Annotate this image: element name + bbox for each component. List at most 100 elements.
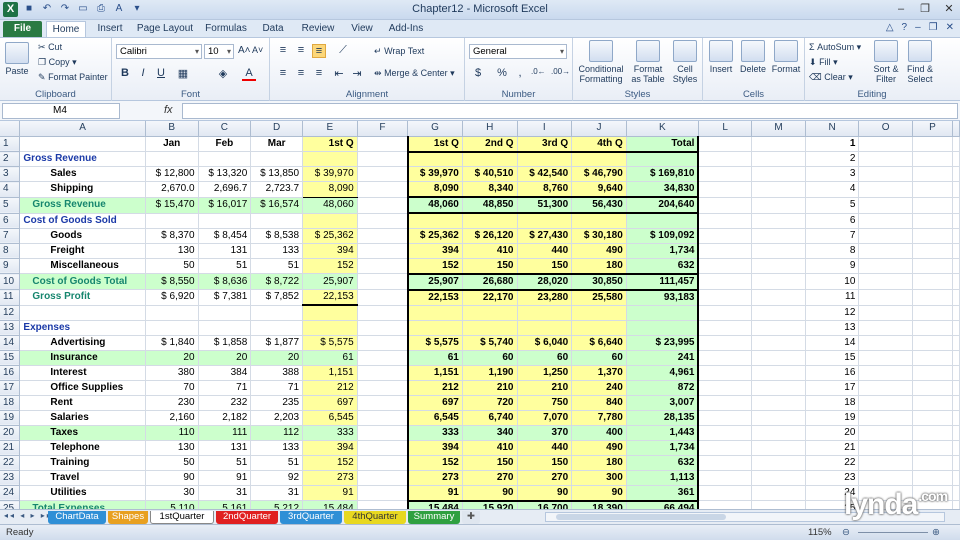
cell-c13[interactable] [198, 320, 252, 336]
cell-l13[interactable] [698, 320, 753, 336]
sheet-tab-chartdata[interactable]: ChartData [48, 511, 106, 524]
cell-h12[interactable] [462, 305, 518, 321]
cell-styles-button[interactable]: Cell Styles [669, 40, 701, 84]
cell-n3[interactable]: 3 [805, 166, 860, 182]
cell-m8[interactable] [751, 243, 806, 259]
column-header[interactable]: J [571, 121, 627, 137]
cell-o11[interactable] [858, 289, 913, 306]
cell-l12[interactable] [698, 305, 753, 321]
cell-b15[interactable]: 20 [145, 350, 199, 366]
cell-q7[interactable] [952, 228, 960, 244]
cell-a24[interactable]: Utilities [19, 485, 146, 501]
insert-cells-button[interactable]: Insert [705, 40, 737, 74]
cell-k9[interactable]: 632 [626, 258, 700, 274]
tab-view[interactable]: View [346, 21, 378, 37]
column-header[interactable]: F [357, 121, 409, 137]
cell-i2[interactable] [517, 151, 573, 167]
cell-i18[interactable]: 750 [517, 395, 573, 411]
cell-c3[interactable]: $ 13,320 [198, 166, 252, 182]
cell-c9[interactable]: 51 [198, 258, 252, 274]
cell-i25[interactable]: 16,700 [517, 499, 573, 509]
cell-e18[interactable]: 697 [302, 395, 358, 411]
cell-d25[interactable]: 5,212 [250, 500, 304, 509]
cell-c7[interactable]: $ 8,454 [198, 228, 252, 244]
cell-a18[interactable]: Rent [19, 395, 146, 411]
cell-i8[interactable]: 440 [517, 243, 573, 259]
cell-g19[interactable]: 6,545 [406, 410, 463, 426]
cell-g18[interactable]: 697 [406, 395, 463, 411]
cell-l17[interactable] [698, 380, 753, 396]
delete-cells-button[interactable]: Delete [737, 40, 769, 74]
cell-a19[interactable]: Salaries [19, 410, 146, 426]
cell-f7[interactable] [357, 228, 409, 244]
cell-c23[interactable]: 91 [198, 470, 252, 486]
cell-b9[interactable]: 50 [145, 258, 199, 274]
cell-o6[interactable] [858, 213, 913, 229]
percent-button[interactable]: % [495, 67, 509, 79]
cell-f17[interactable] [357, 380, 409, 396]
row-header[interactable]: 23 [0, 470, 21, 486]
cell-m18[interactable] [751, 395, 806, 411]
cell-f10[interactable] [357, 273, 409, 290]
column-header[interactable]: B [145, 121, 199, 137]
cell-j9[interactable]: 180 [571, 258, 627, 274]
cell-f13[interactable] [357, 320, 409, 336]
column-header[interactable]: P [912, 121, 954, 137]
cell-m1[interactable] [751, 136, 806, 152]
cell-b6[interactable] [145, 213, 199, 229]
cell-f16[interactable] [357, 365, 409, 381]
cell-d19[interactable]: 2,203 [250, 410, 304, 426]
cell-d10[interactable]: $ 8,722 [250, 273, 304, 290]
cell-d1[interactable]: Mar [250, 136, 304, 152]
cell-d16[interactable]: 388 [250, 365, 304, 381]
cell-n9[interactable]: 9 [805, 258, 860, 274]
cell-o20[interactable] [858, 425, 913, 441]
row-header[interactable]: 25 [0, 500, 21, 509]
cell-c15[interactable]: 20 [198, 350, 252, 366]
borders-icon[interactable]: ▦ [176, 67, 190, 80]
column-header[interactable]: G [407, 121, 463, 137]
cell-e23[interactable]: 273 [302, 470, 358, 486]
cell-j19[interactable]: 7,780 [571, 410, 627, 426]
cell-k12[interactable] [626, 305, 700, 321]
cell-f22[interactable] [357, 455, 409, 471]
cell-q18[interactable] [952, 395, 960, 411]
cell-e17[interactable]: 212 [302, 380, 358, 396]
cell-c25[interactable]: 5,161 [198, 500, 252, 509]
cell-i21[interactable]: 440 [517, 440, 573, 456]
cell-c6[interactable] [198, 213, 252, 229]
cell-h9[interactable]: 150 [462, 258, 518, 274]
cell-o17[interactable] [858, 380, 913, 396]
cell-o16[interactable] [858, 365, 913, 381]
cell-p20[interactable] [912, 425, 954, 441]
cell-g8[interactable]: 394 [406, 243, 463, 259]
cell-o8[interactable] [858, 243, 913, 259]
cell-b5[interactable]: $ 15,470 [145, 197, 199, 214]
align-bottom-icon[interactable]: ≡ [312, 44, 326, 58]
minimize-icon[interactable]: – [894, 2, 908, 16]
cell-p21[interactable] [912, 440, 954, 456]
cell-k3[interactable]: $ 169,810 [626, 166, 700, 182]
cell-d23[interactable]: 92 [250, 470, 304, 486]
restore-icon[interactable]: ❐ [918, 2, 932, 16]
row-header[interactable]: 13 [0, 320, 21, 336]
cell-o10[interactable] [858, 273, 913, 290]
cell-o1[interactable] [858, 136, 913, 152]
cell-c22[interactable]: 51 [198, 455, 252, 471]
cell-o9[interactable] [858, 258, 913, 274]
cell-a12[interactable] [19, 305, 146, 321]
cell-b24[interactable]: 30 [145, 485, 199, 501]
cell-k4[interactable]: 34,830 [626, 181, 700, 198]
cell-g25[interactable]: 15,484 [406, 499, 463, 509]
font-size-select[interactable]: 10 [204, 44, 234, 59]
cell-b23[interactable]: 90 [145, 470, 199, 486]
row-header[interactable]: 20 [0, 425, 21, 441]
row-header[interactable]: 3 [0, 166, 21, 182]
cell-i3[interactable]: $ 42,540 [517, 166, 573, 182]
cell-j11[interactable]: 25,580 [571, 289, 627, 306]
cell-f12[interactable] [357, 305, 409, 321]
cell-k14[interactable]: $ 23,995 [626, 335, 700, 351]
row-header[interactable]: 10 [0, 273, 21, 290]
cell-m14[interactable] [751, 335, 806, 351]
cell-e8[interactable]: 394 [302, 243, 358, 259]
